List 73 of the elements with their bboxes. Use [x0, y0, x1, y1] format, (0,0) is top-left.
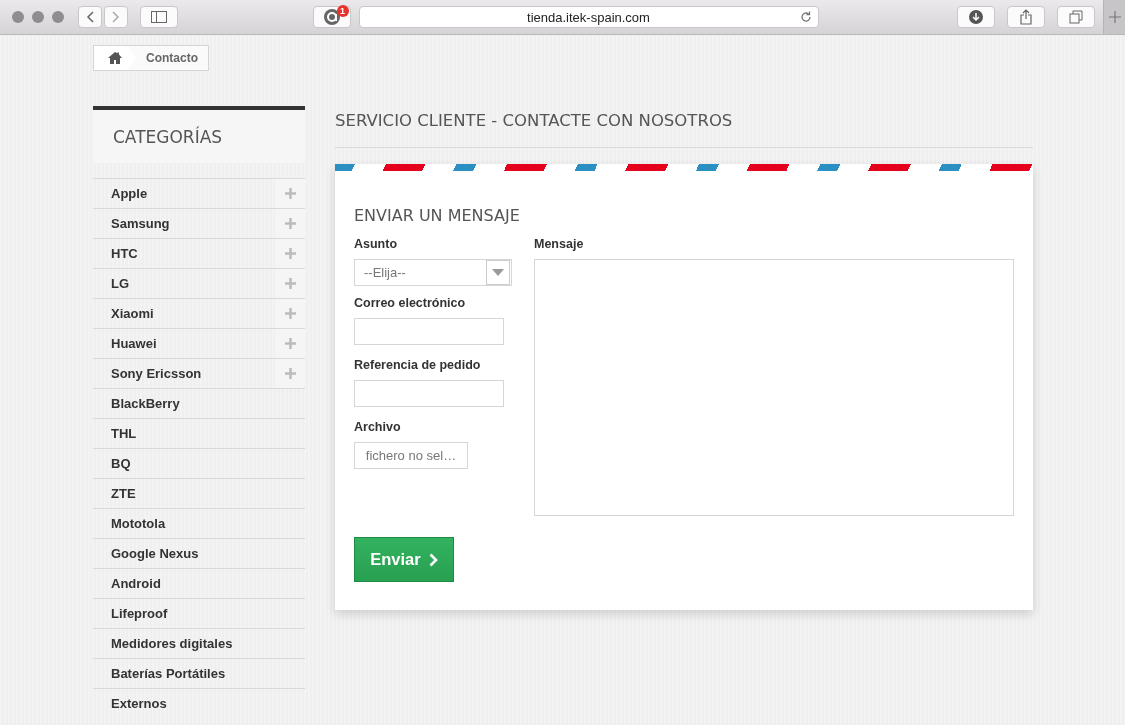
address-bar[interactable]: tienda.itek-spain.com [358, 6, 819, 28]
forward-button[interactable] [104, 6, 128, 28]
category-item[interactable]: Externos [93, 688, 305, 718]
sidebar-title: CATEGORÍAS [113, 126, 223, 147]
notification-badge: 1 [336, 5, 349, 17]
input-field[interactable] [354, 318, 504, 345]
close-button[interactable] [12, 11, 24, 23]
new-tab-button[interactable] [1103, 0, 1125, 34]
category-item[interactable]: THL [93, 418, 305, 448]
category-item[interactable]: LG [93, 268, 305, 298]
home-link[interactable] [94, 46, 136, 70]
expand-button[interactable] [275, 329, 305, 358]
category-item[interactable]: BQ [93, 448, 305, 478]
subject-dropdown[interactable]: --Elija-- [354, 259, 512, 286]
category-item[interactable]: ZTE [93, 478, 305, 508]
category-item[interactable]: Sony Ericsson [93, 358, 305, 388]
category-item[interactable]: Google Nexus [93, 538, 305, 568]
field-label: Correo electrónico [354, 296, 467, 310]
form-title: ENVIAR UN MENSAJE [354, 206, 521, 225]
breadcrumb-current: Contacto [145, 51, 199, 65]
url-text: tienda.itek-spain.com [527, 9, 650, 25]
message-field[interactable] [534, 259, 1014, 516]
plus-icon [284, 368, 296, 379]
share-button[interactable] [1007, 6, 1045, 28]
plus-icon [284, 278, 296, 289]
category-item[interactable]: Huawei [93, 328, 305, 358]
plus-icon [284, 338, 296, 349]
expand-button[interactable] [275, 179, 305, 208]
share-icon [1020, 9, 1032, 25]
category-item[interactable]: Apple [93, 178, 305, 208]
expand-button[interactable] [275, 239, 305, 268]
field-label: Archivo [354, 420, 402, 434]
plus-icon [284, 188, 296, 199]
category-item[interactable]: Lifeproof [93, 598, 305, 628]
tabs-button[interactable] [1057, 6, 1095, 28]
page-title: SERVICIO CLIENTE - CONTACTE CON NOSOTROS [335, 106, 1033, 148]
category-item[interactable]: HTC [93, 238, 305, 268]
input-field[interactable] [354, 380, 504, 407]
category-item[interactable]: Samsung [93, 208, 305, 238]
category-item[interactable]: Android [93, 568, 305, 598]
expand-button[interactable] [275, 299, 305, 328]
sidebar-button[interactable] [140, 6, 178, 28]
tabs-icon [1069, 10, 1083, 24]
plus-icon [284, 308, 296, 319]
expand-button[interactable] [275, 209, 305, 238]
expand-button[interactable] [275, 269, 305, 298]
reload-icon[interactable] [799, 11, 812, 23]
chevron-icon [428, 552, 438, 567]
home-icon [108, 52, 122, 64]
plus-icon [284, 248, 296, 259]
minimize-button[interactable] [32, 11, 44, 23]
extension-icon [322, 8, 341, 26]
category-item[interactable]: Medidores digitales [93, 628, 305, 658]
extension-button[interactable]: 1 [312, 6, 351, 28]
plus-icon [284, 218, 296, 229]
sidebar-icon [151, 11, 167, 23]
category-item[interactable]: Baterías Portátiles [93, 658, 305, 688]
chevron-left-icon [86, 11, 94, 23]
file-button[interactable]: fichero no sel… [354, 442, 468, 469]
category-item[interactable]: Mototola [93, 508, 305, 538]
download-button[interactable] [957, 6, 995, 28]
zoom-button[interactable] [52, 11, 64, 23]
plus-icon [1108, 11, 1121, 23]
category-item[interactable]: Xiaomi [93, 298, 305, 328]
category-item[interactable]: BlackBerry [93, 388, 305, 418]
back-button[interactable] [78, 6, 102, 28]
download-icon [969, 10, 983, 24]
field-label: Asunto [354, 237, 399, 251]
field-label: Mensaje [534, 237, 585, 251]
expand-button[interactable] [275, 359, 305, 388]
caret-icon [492, 269, 504, 276]
chevron-right-icon [112, 11, 120, 23]
field-label: Referencia de pedido [354, 358, 482, 372]
